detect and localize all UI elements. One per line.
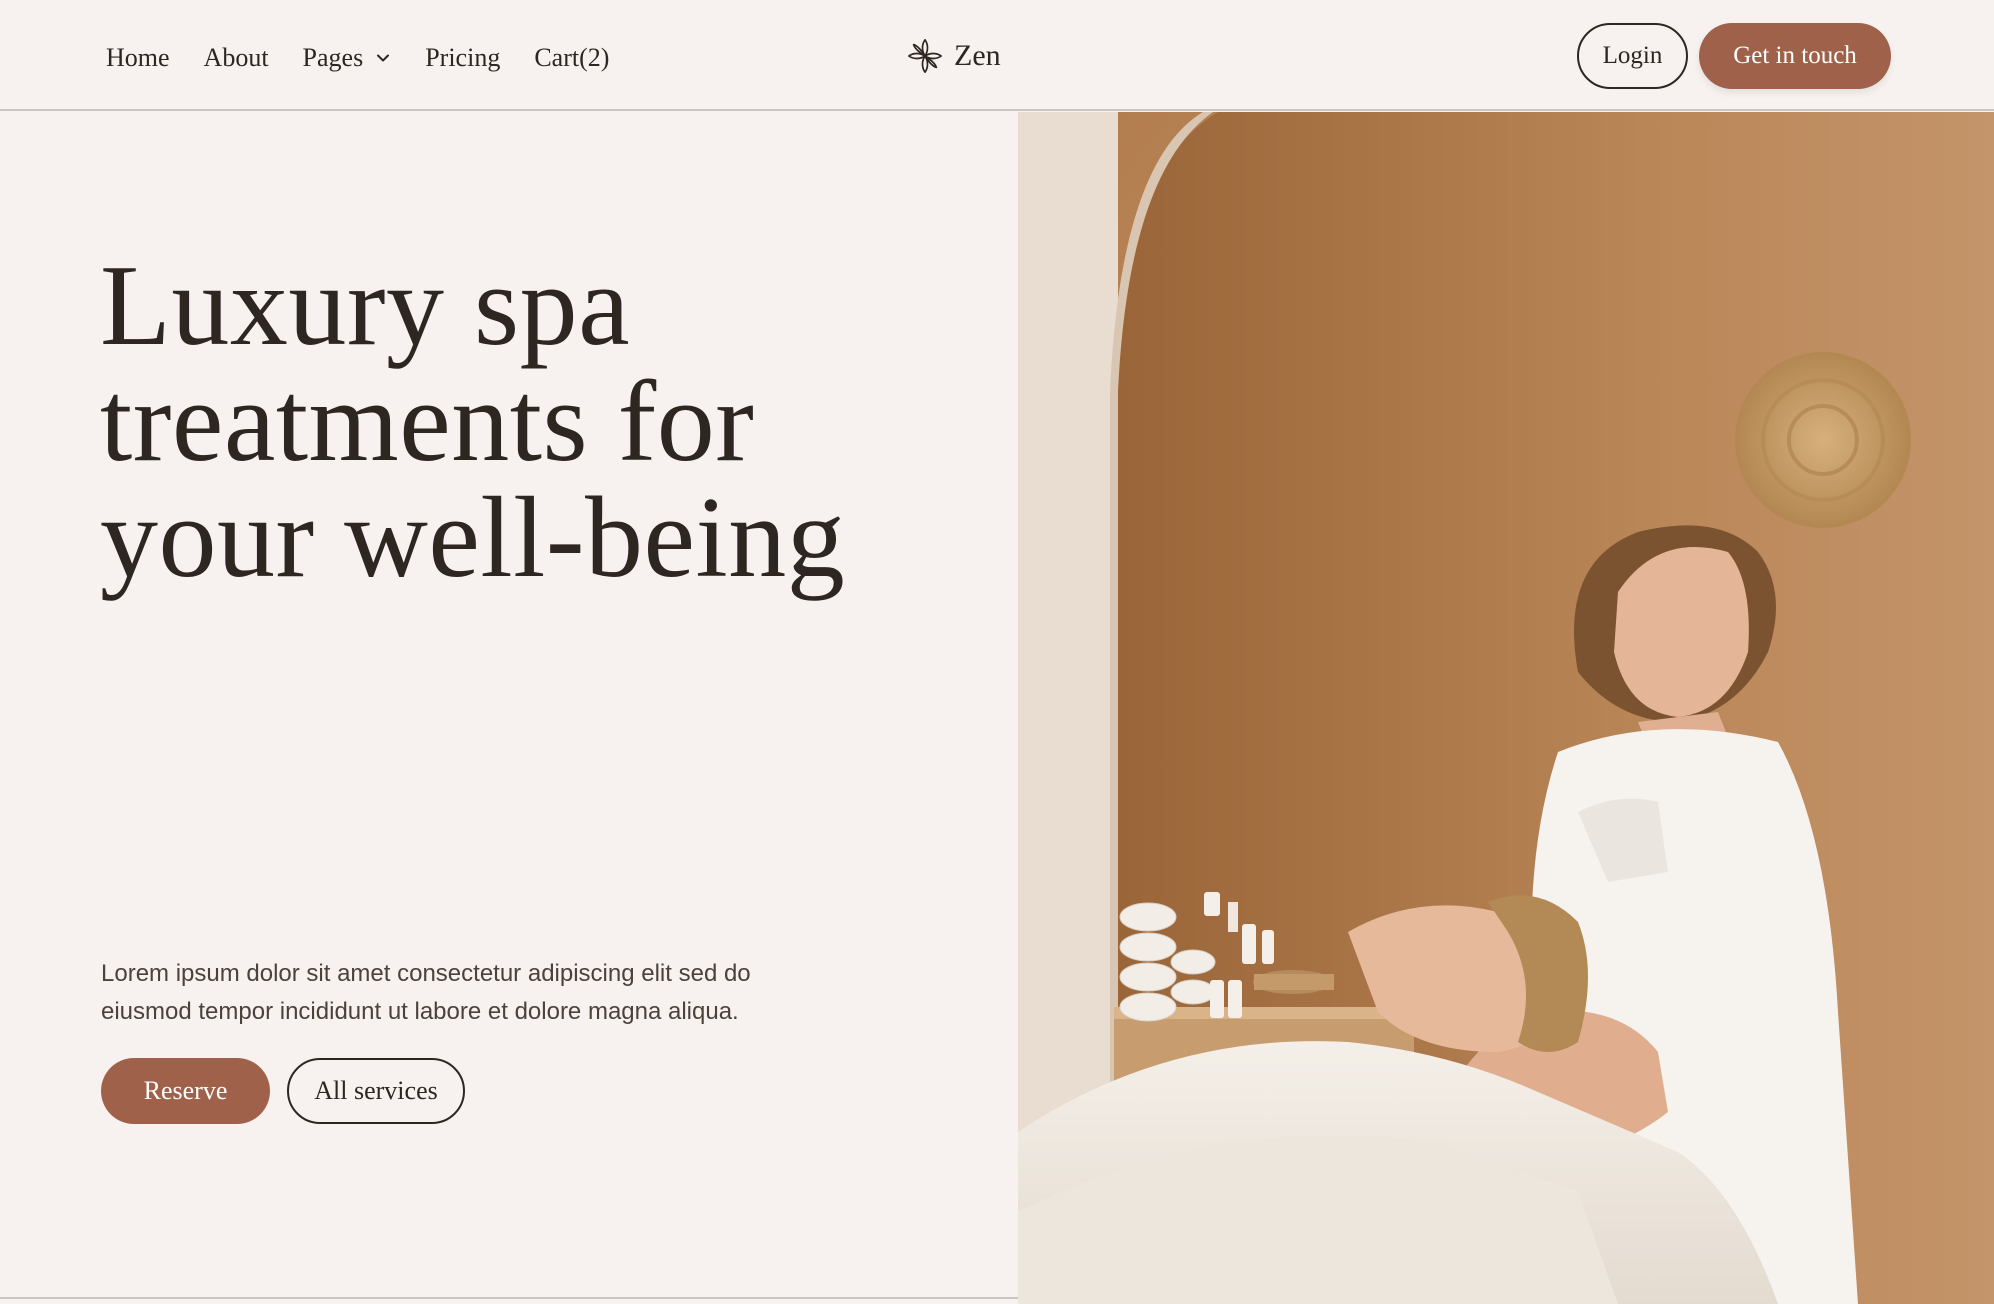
nav-pricing[interactable]: Pricing xyxy=(425,43,500,73)
site-header: Home About Pages Pricing Cart(2) Zen Log… xyxy=(0,0,1994,111)
reserve-button[interactable]: Reserve xyxy=(101,1058,270,1124)
nav-pages[interactable]: Pages xyxy=(303,43,392,73)
flower-icon xyxy=(907,38,943,74)
logo-text: Zen xyxy=(954,39,1001,72)
hero-title-line: your well-being xyxy=(100,474,846,602)
hero-title-line: Luxury spa xyxy=(100,242,631,370)
logo[interactable]: Zen xyxy=(906,34,1001,78)
all-services-button[interactable]: All services xyxy=(287,1058,465,1124)
hero-title: Luxury spa treatments for your well-bein… xyxy=(100,248,980,596)
hero-description-line: Lorem ipsum dolor sit amet consectetur a… xyxy=(101,960,751,987)
nav-pages-label: Pages xyxy=(302,43,364,72)
hero-description: Lorem ipsum dolor sit amet consectetur a… xyxy=(101,955,821,1031)
chevron-down-icon xyxy=(377,54,390,62)
main-nav: Home About Pages Pricing Cart(2) xyxy=(106,38,643,78)
hero-image-spa-massage xyxy=(1018,112,1994,1304)
get-in-touch-button[interactable]: Get in touch xyxy=(1699,23,1891,89)
nav-cart[interactable]: Cart(2) xyxy=(534,43,609,73)
hero-title-line: treatments for xyxy=(100,358,755,486)
divider xyxy=(0,1297,1018,1299)
hero-description-line: eiusmod tempor incididunt ut labore et d… xyxy=(101,998,739,1025)
login-button[interactable]: Login xyxy=(1577,23,1688,89)
nav-about[interactable]: About xyxy=(204,43,269,73)
spa-photo-illustration xyxy=(1018,112,1994,1304)
nav-home[interactable]: Home xyxy=(106,43,170,73)
